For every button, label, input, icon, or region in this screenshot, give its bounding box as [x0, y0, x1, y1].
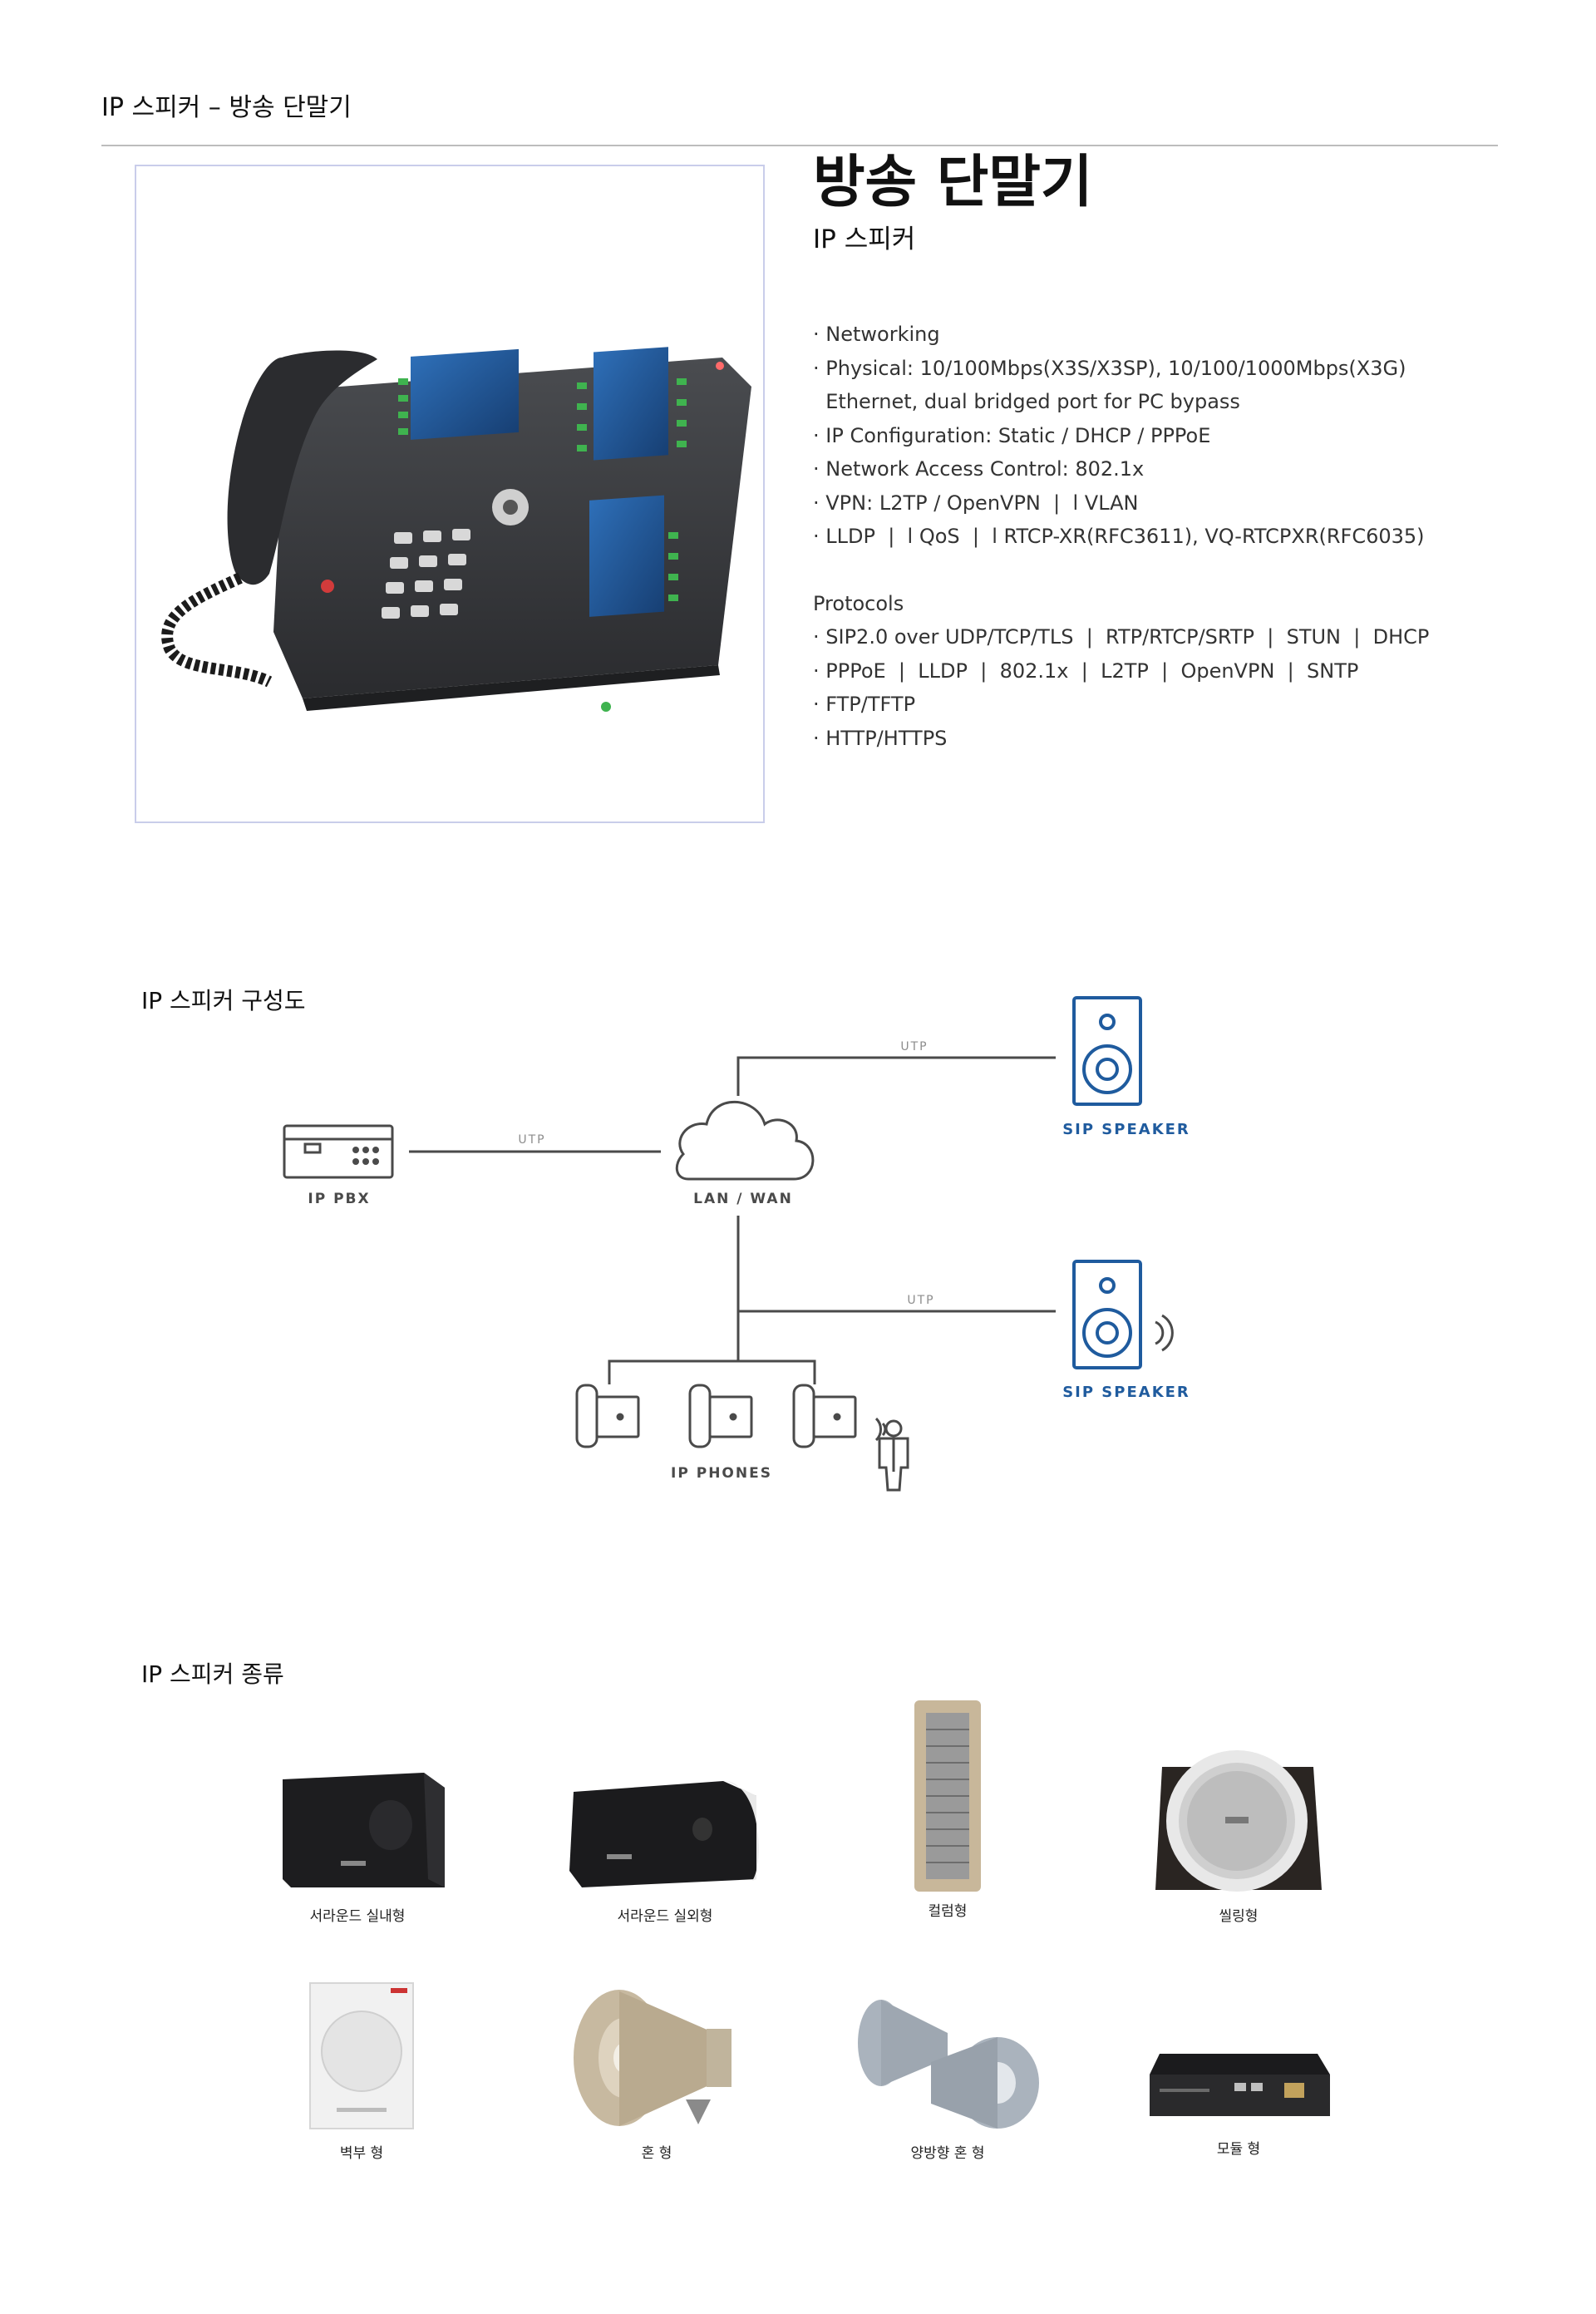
person-icon: [874, 1417, 909, 1492]
phones-bus: [608, 1359, 816, 1384]
speaker-type-label: 씰링형: [1219, 1908, 1259, 1925]
speaker-type-label: 혼 형: [641, 2145, 672, 2162]
speaker-type-label: 양방향 혼 형: [910, 2145, 985, 2162]
protocols-title: Protocols: [813, 591, 904, 615]
speaker-type-label: 서라운드 실내형: [309, 1908, 406, 1925]
sip-speaker-label-1: SIP SPEAKER: [1062, 1121, 1190, 1138]
sip-speaker-icon: [1072, 996, 1142, 1106]
speaker-types-section-title: IP 스피커 종류: [141, 1660, 284, 1688]
outdoor-speaker-image: [569, 1781, 759, 1887]
spec-line: Ethernet, dual bridged port for PC bypas…: [813, 390, 1240, 413]
sip-speaker-label-2: SIP SPEAKER: [1062, 1384, 1190, 1401]
ip-pbx-dots: [352, 1147, 379, 1165]
module-device-image: [1150, 2054, 1330, 2116]
speaker-type-card: 서라운드 실외형: [540, 1763, 790, 1925]
speaker-type-card: 양방향 혼 형: [823, 1991, 1072, 2162]
product-subtitle: IP 스피커: [813, 224, 916, 254]
speaker-type-label: 모듈 형: [1216, 2141, 1261, 2158]
ip-phones-label: IP PHONES: [671, 1465, 772, 1482]
dual-horn-speaker-image: [858, 2000, 1039, 2129]
protocol-line: · HTTP/HTTPS: [813, 726, 948, 750]
page-header-title: IP 스피커 – 방송 단말기: [101, 93, 352, 122]
speaker-type-card: 컬럼형: [823, 1696, 1072, 1920]
column-speaker-image: [914, 1700, 981, 1892]
ip-phone-icon: [792, 1384, 857, 1448]
horn-speaker-image: [574, 1990, 732, 2126]
wall-speaker-image: [309, 1982, 414, 2129]
spec-line: · IP Configuration: Static / DHCP / PPPo…: [813, 423, 1211, 447]
speaker-type-label: 컬럼형: [928, 1903, 968, 1920]
indoor-speaker-image: [283, 1773, 445, 1887]
product-photo-frame: [135, 165, 765, 823]
protocol-line: · SIP2.0 over UDP/TCP/TLS | RTP/RTCP/SRT…: [813, 625, 1430, 649]
ip-phone-image: [161, 347, 751, 712]
ceiling-speaker-image: [1155, 1750, 1322, 1892]
protocol-line: · FTP/TFTP: [813, 693, 916, 716]
ip-phone-icon: [575, 1384, 640, 1448]
lan-speaker1-link: [736, 1056, 1056, 1096]
speaker-type-label: 서라운드 실외형: [617, 1908, 713, 1925]
spec-list: · Networking · Physical: 10/100Mbps(X3S/…: [813, 318, 1495, 755]
speaker-type-card: 혼 형: [532, 1983, 781, 2162]
spec-line: · Network Access Control: 802.1x: [813, 457, 1145, 481]
product-title: 방송 단말기: [813, 150, 1093, 215]
utp-label-1: UTP: [518, 1133, 545, 1147]
speaker-type-card: 벽부 형: [237, 1975, 486, 2162]
spec-gap: [813, 554, 1495, 587]
lan-wan-label: LAN / WAN: [693, 1191, 793, 1207]
speaker-type-label: 벽부 형: [339, 2145, 384, 2162]
header-divider: [101, 145, 1498, 146]
lan-wan-cloud-icon: [675, 1100, 815, 1181]
spec-line: · VPN: L2TP / OpenVPN | l VLAN: [813, 491, 1139, 515]
spec-line: · Physical: 10/100Mbps(X3S/X3SP), 10/100…: [813, 356, 1406, 380]
spec-line: · Networking: [813, 323, 940, 346]
protocol-line: · PPPoE | LLDP | 802.1x | L2TP | OpenVPN…: [813, 659, 1359, 683]
ip-phone-icon: [688, 1384, 753, 1448]
sound-wave-icon: [1155, 1314, 1174, 1352]
speaker-type-card: 씰링형: [1114, 1742, 1363, 1925]
utp-label-2: UTP: [900, 1040, 928, 1053]
speaker-type-card: 서라운드 실내형: [233, 1763, 482, 1925]
spec-line: · LLDP | l QoS | l RTCP-XR(RFC3611), VQ-…: [813, 525, 1425, 548]
utp-label-3: UTP: [907, 1294, 934, 1307]
ip-pbx-label: IP PBX: [308, 1191, 370, 1207]
speaker-type-card: 모듈 형: [1114, 2037, 1363, 2158]
network-diagram: IP PBX LAN / WAN UTP UTP UTP SIP SPEAKER…: [283, 996, 1190, 1492]
sip-speaker-icon: [1072, 1260, 1142, 1369]
